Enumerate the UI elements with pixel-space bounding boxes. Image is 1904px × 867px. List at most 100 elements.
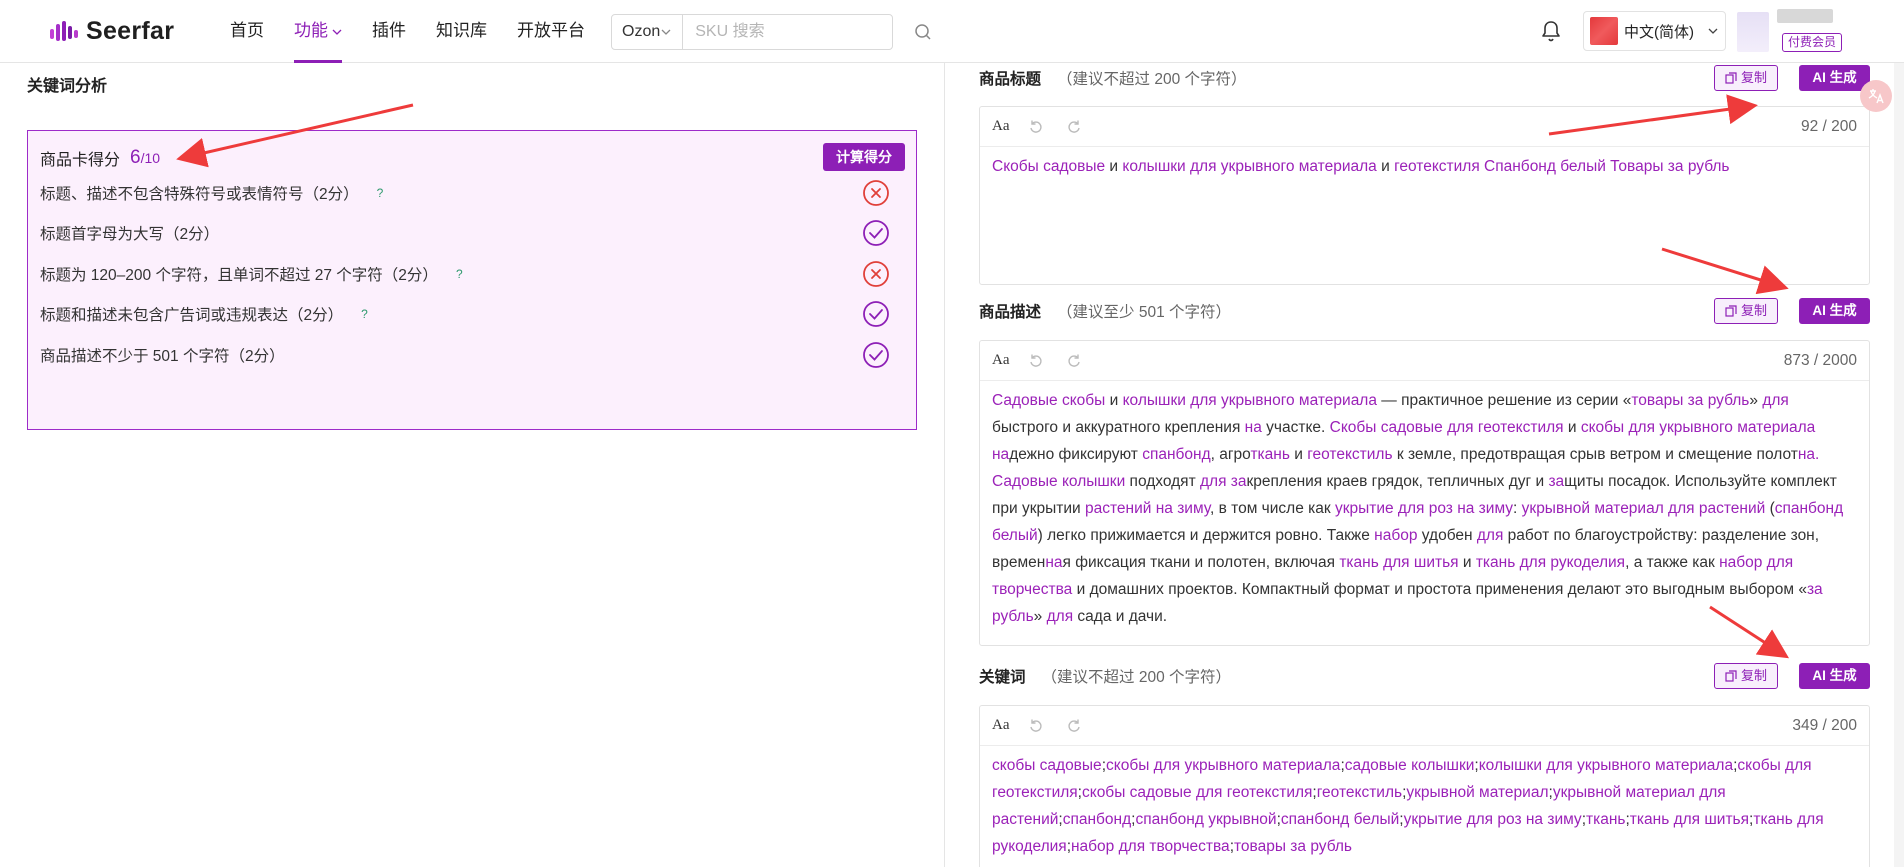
listing-editor-panel: 商品标题 （建议不超过 200 个字符） 复制 AI 生成 Aa 92 / 20… [946, 63, 1904, 867]
keywords-text[interactable]: скобы садовые;скобы для укрывного матери… [980, 746, 1869, 866]
editor-toolbar: Aa 873 / 2000 [980, 341, 1869, 381]
platform-select[interactable]: Ozon [612, 15, 684, 49]
notification-bell-icon[interactable] [1539, 19, 1563, 43]
nav-item-knowledge-base[interactable]: 知识库 [421, 0, 502, 63]
copy-title-button[interactable]: 复制 [1713, 65, 1778, 91]
search-button[interactable] [914, 15, 932, 49]
keyword-highlight: набор [1374, 527, 1418, 544]
top-navigation-bar: Seerfar 首页 功能 插件 知识库 开放平台 Ozon 中文(简体) 付费… [0, 0, 1904, 63]
rule-row: 标题、描述不包含特殊符号或表情符号（2分）? [40, 178, 904, 208]
title-field-header: 商品标题 （建议不超过 200 个字符） 复制 AI 生成 [979, 63, 1870, 93]
panel-divider [944, 63, 945, 867]
keyword-highlight: геотекстиля Спанбонд белый Товары за руб… [1394, 158, 1730, 175]
plain-text: удобен [1417, 527, 1477, 544]
sku-search-input[interactable] [683, 15, 915, 49]
keyword-highlight: укрытие для роз на зиму [1403, 811, 1582, 828]
rule-row: 标题为 120–200 个字符，且单词不超过 27 个字符（2分）? [40, 259, 904, 289]
help-icon[interactable]: ? [377, 186, 384, 200]
editor-toolbar: Aa 349 / 200 [980, 706, 1869, 746]
score-card: 商品卡得分 6/10 计算得分 标题、描述不包含特殊符号或表情符号（2分）? 标题… [27, 130, 917, 430]
description-editor: Aa 873 / 2000 Садовые скобы и колышки дл… [979, 340, 1870, 646]
keyword-highlight: скобы садовые [992, 757, 1102, 774]
scrollbar[interactable] [1894, 63, 1904, 867]
plain-text: к земле, предотвращая срыв ветром и смещ… [1392, 446, 1798, 463]
plain-text: и домашних проектов. Компактный формат и… [1072, 581, 1807, 598]
plain-text: сада и дачи. [1073, 608, 1168, 625]
copy-icon [1725, 72, 1737, 84]
nav-item-plugins[interactable]: 插件 [357, 0, 421, 63]
redo-icon[interactable] [1066, 718, 1082, 734]
rule-text: 标题首字母为大写（2分） [40, 226, 220, 243]
format-text-button[interactable]: Aa [992, 717, 1010, 734]
copy-label: 复制 [1740, 303, 1767, 318]
field-label: 商品描述 [979, 304, 1042, 321]
keyword-highlight: для за [1199, 473, 1247, 490]
check-circle-icon [863, 220, 889, 246]
plain-text: , агро [1210, 446, 1251, 463]
plain-text: » [1033, 608, 1047, 625]
plain-text: : [1513, 500, 1522, 517]
keyword-highlight: садовые колышки [1344, 757, 1475, 774]
keyword-highlight: укрывной материал [1406, 784, 1549, 801]
keyword-highlight: колышки для укрывного материала [1478, 757, 1734, 774]
keyword-analysis-panel: 关键词分析 商品卡得分 6/10 计算得分 标题、描述不包含特殊符号或表情符号（… [0, 63, 944, 867]
copy-icon [1725, 670, 1737, 682]
keyword-highlight: ткань для шитья [1629, 811, 1750, 828]
keyword-highlight: геотекстиль [1307, 446, 1393, 463]
plain-text: » [1749, 392, 1763, 409]
undo-icon[interactable] [1028, 718, 1044, 734]
keyword-highlight: товары за рубль [1631, 392, 1750, 409]
copy-description-button[interactable]: 复制 [1713, 298, 1778, 324]
description-text[interactable]: Садовые скобы и колышки для укрывного ма… [980, 381, 1869, 636]
plain-text: и [1289, 446, 1308, 463]
copy-keywords-button[interactable]: 复制 [1713, 663, 1778, 689]
undo-icon[interactable] [1028, 119, 1044, 135]
keyword-highlight: на [1045, 554, 1063, 571]
format-text-button[interactable]: Aa [992, 352, 1010, 369]
keyword-highlight: Скобы садовые для геотекстиля [1329, 419, 1564, 436]
copy-label: 复制 [1740, 668, 1767, 683]
member-badge: 付费会员 [1782, 33, 1843, 52]
nav-item-home[interactable]: 首页 [215, 0, 279, 63]
keyword-highlight: для [1476, 527, 1504, 544]
username-redacted [1777, 9, 1833, 23]
editor-toolbar: Aa 92 / 200 [980, 107, 1869, 147]
search-icon [915, 24, 931, 40]
keyword-highlight: ткань [1586, 811, 1626, 828]
copy-icon [1725, 305, 1737, 317]
ai-generate-title-button[interactable]: AI 生成 [1799, 65, 1870, 91]
plain-text: крепления краев грядок, тепличных дуг и [1246, 473, 1549, 490]
help-icon[interactable]: ? [361, 307, 368, 321]
ai-generate-keywords-button[interactable]: AI 生成 [1799, 663, 1870, 689]
title-text[interactable]: Скобы садовые и колышки для укрывного ма… [980, 147, 1869, 186]
redo-icon[interactable] [1066, 119, 1082, 135]
plain-text: , а также как [1625, 554, 1720, 571]
check-circle-icon [863, 301, 889, 327]
help-icon[interactable]: ? [456, 267, 463, 281]
sku-search-box: Ozon [611, 14, 931, 50]
nav-item-features[interactable]: 功能 [279, 0, 357, 63]
nav-item-open-platform[interactable]: 开放平台 [502, 0, 600, 63]
score-number: 6 [130, 147, 141, 168]
plain-text: и [1563, 419, 1581, 436]
user-avatar[interactable] [1737, 12, 1769, 52]
check-circle-icon [863, 342, 889, 368]
keyword-highlight: набор для творчества [1071, 838, 1230, 855]
plain-text: участке. [1261, 419, 1330, 436]
seerfar-logo[interactable]: Seerfar [50, 14, 174, 48]
keyword-highlight: скобы для укрывного материала [1106, 757, 1341, 774]
ai-generate-description-button[interactable]: AI 生成 [1799, 298, 1870, 324]
nav-label: 开放平台 [517, 21, 585, 40]
undo-icon[interactable] [1028, 353, 1044, 369]
translate-float-button[interactable] [1860, 80, 1892, 112]
plain-text: я фиксация ткани и полотен, включая [1062, 554, 1340, 571]
format-text-button[interactable]: Aa [992, 118, 1010, 135]
calculate-score-button[interactable]: 计算得分 [823, 143, 905, 171]
rule-text: 商品描述不少于 501 个字符（2分） [40, 348, 285, 365]
char-count: 873 / 2000 [1783, 352, 1857, 369]
redo-icon[interactable] [1066, 353, 1082, 369]
keyword-highlight: для [1762, 392, 1789, 409]
keyword-highlight: укрытие для роз на зиму [1334, 500, 1514, 517]
rule-text: 标题为 120–200 个字符，且单词不超过 27 个字符（2分） [40, 267, 438, 284]
language-select[interactable]: 中文(简体) [1583, 11, 1726, 51]
